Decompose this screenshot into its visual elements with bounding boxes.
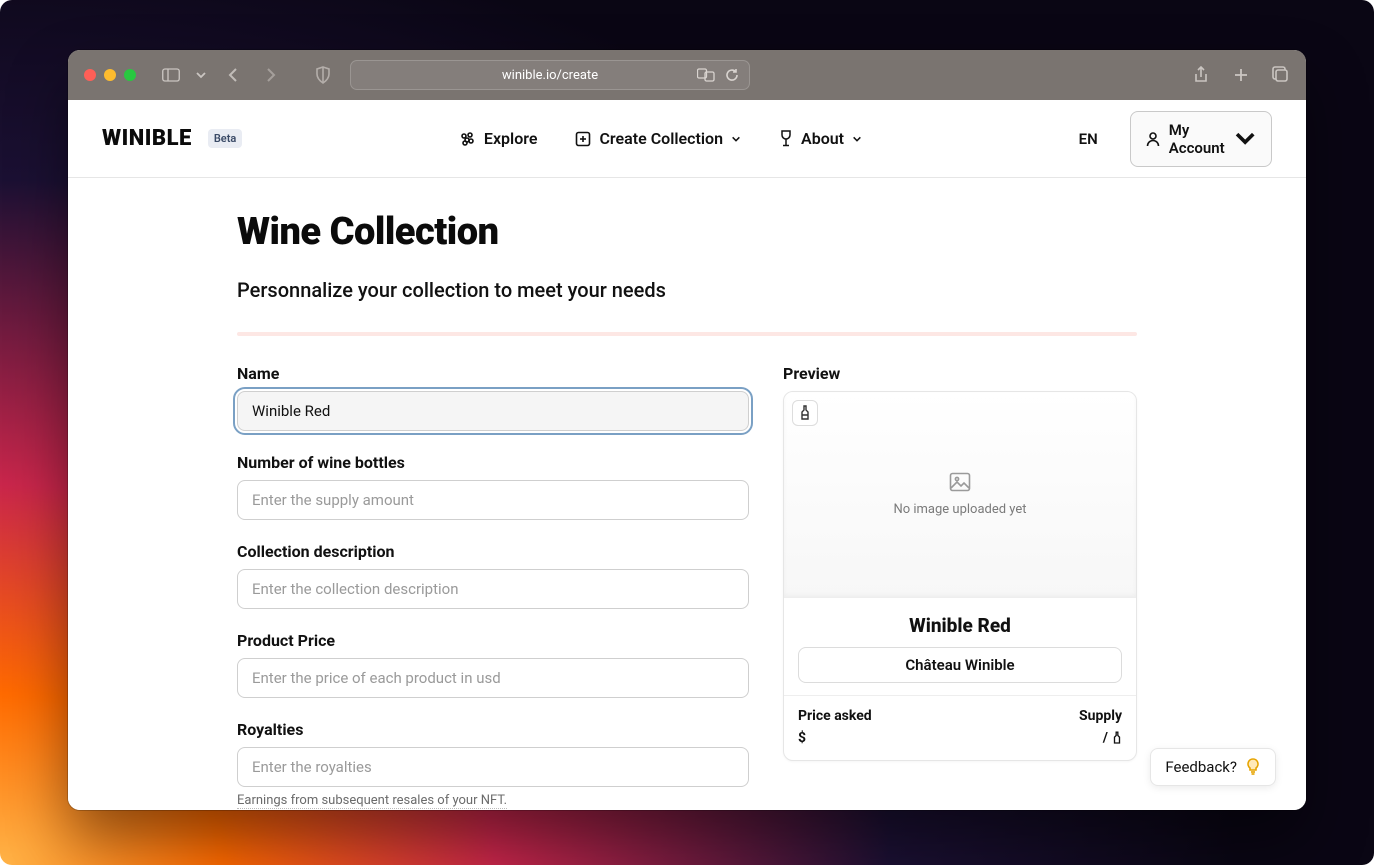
description-label: Collection description	[237, 542, 749, 561]
page-content: WINIBLE Beta Explore Create Collection	[68, 100, 1306, 810]
divider	[237, 332, 1137, 336]
plus-square-icon	[575, 131, 591, 147]
page-title: Wine Collection	[237, 210, 1137, 254]
price-asked-value: $	[798, 730, 872, 746]
nav-about[interactable]: About	[779, 129, 862, 148]
close-window-button[interactable]	[84, 69, 96, 81]
lightbulb-icon	[1245, 758, 1261, 776]
price-input[interactable]	[237, 658, 749, 698]
new-tab-icon[interactable]	[1232, 66, 1250, 84]
chevron-down-icon	[731, 134, 741, 144]
feedback-button[interactable]: Feedback?	[1150, 748, 1276, 786]
bottles-input[interactable]	[237, 480, 749, 520]
bottle-icon	[1112, 731, 1122, 745]
tabs-overview-icon[interactable]	[1272, 66, 1290, 84]
chevron-down-icon	[852, 134, 862, 144]
price-label: Product Price	[237, 631, 749, 650]
nav-explore[interactable]: Explore	[459, 129, 538, 148]
maximize-window-button[interactable]	[124, 69, 136, 81]
supply-label: Supply	[1079, 708, 1122, 724]
main-nav: Explore Create Collection About	[459, 129, 862, 148]
minimize-window-button[interactable]	[104, 69, 116, 81]
beta-badge: Beta	[208, 129, 243, 148]
chevron-down-icon	[1233, 126, 1257, 150]
my-account-button[interactable]: My Account	[1130, 111, 1272, 167]
back-button[interactable]	[222, 63, 246, 87]
share-icon[interactable]	[1192, 66, 1210, 84]
no-image-text: No image uploaded yet	[893, 502, 1026, 517]
site-header: WINIBLE Beta Explore Create Collection	[68, 100, 1306, 178]
url-text: winible.io/create	[502, 68, 598, 83]
bottles-label: Number of wine bottles	[237, 453, 749, 472]
form-column: Name Number of wine bottles Collection d…	[237, 364, 749, 810]
forward-button[interactable]	[258, 63, 282, 87]
name-label: Name	[237, 364, 749, 383]
royalties-input[interactable]	[237, 747, 749, 787]
preview-vendor: Château Winible	[798, 647, 1122, 683]
privacy-shield-icon[interactable]	[314, 66, 332, 84]
translate-icon[interactable]	[697, 68, 715, 82]
royalties-label: Royalties	[237, 720, 749, 739]
window-controls	[84, 69, 136, 81]
browser-window: winible.io/create	[68, 50, 1306, 810]
desktop-wallpaper: winible.io/create	[0, 0, 1374, 865]
supply-value: /	[1103, 730, 1122, 746]
wine-glass-icon	[779, 130, 793, 148]
grapes-icon	[459, 130, 476, 147]
reload-icon[interactable]	[725, 68, 739, 82]
browser-toolbar: winible.io/create	[68, 50, 1306, 100]
language-selector[interactable]: EN	[1079, 130, 1102, 148]
preview-image-area: No image uploaded yet	[784, 392, 1136, 598]
url-bar[interactable]: winible.io/create	[350, 60, 750, 90]
price-asked-label: Price asked	[798, 708, 872, 724]
sidebar-dropdown-icon[interactable]	[192, 66, 210, 84]
bottle-badge-icon	[792, 400, 818, 426]
image-placeholder-icon	[949, 472, 971, 492]
sidebar-toggle-icon[interactable]	[162, 66, 180, 84]
preview-column: Preview No image uploaded yet	[783, 364, 1137, 810]
page-body: Wine Collection Personnalize your collec…	[237, 178, 1137, 810]
user-icon	[1145, 131, 1161, 147]
preview-title: Winible Red	[798, 614, 1122, 637]
site-logo[interactable]: WINIBLE	[102, 126, 192, 151]
description-input[interactable]	[237, 569, 749, 609]
preview-label: Preview	[783, 364, 1137, 383]
name-input[interactable]	[237, 391, 749, 431]
royalties-hint: Earnings from subsequent resales of your…	[237, 793, 507, 809]
preview-card: No image uploaded yet Winible Red Châtea…	[783, 391, 1137, 761]
nav-create-collection[interactable]: Create Collection	[575, 129, 741, 148]
page-subtitle: Personnalize your collection to meet you…	[237, 278, 1137, 302]
